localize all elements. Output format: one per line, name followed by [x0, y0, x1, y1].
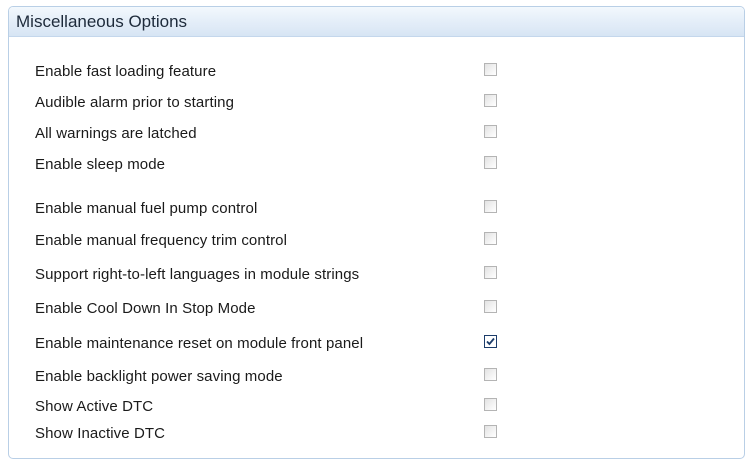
sleep-mode-checkbox[interactable] — [484, 156, 497, 169]
manual-frequency-trim-checkbox[interactable] — [484, 232, 497, 245]
option-label: Show Active DTC — [35, 398, 154, 415]
option-label: Enable fast loading feature — [35, 63, 217, 80]
cool-down-checkbox[interactable] — [484, 300, 497, 313]
option-label: Enable manual fuel pump control — [35, 200, 258, 217]
option-row-warnings-latched: All warnings are latched — [35, 122, 515, 144]
panel-title: Miscellaneous Options — [9, 7, 744, 37]
option-row-cool-down: Enable Cool Down In Stop Mode — [35, 297, 515, 319]
option-row-manual-frequency-trim: Enable manual frequency trim control — [35, 229, 515, 251]
warnings-latched-checkbox[interactable] — [484, 125, 497, 138]
option-row-sleep-mode: Enable sleep mode — [35, 153, 515, 175]
option-label: All warnings are latched — [35, 125, 197, 142]
option-row-manual-fuel-pump: Enable manual fuel pump control — [35, 197, 515, 219]
fast-loading-checkbox[interactable] — [484, 63, 497, 76]
check-mark-icon — [486, 337, 495, 346]
audible-alarm-checkbox[interactable] — [484, 94, 497, 107]
option-label: Enable sleep mode — [35, 156, 166, 173]
miscellaneous-options-panel: Miscellaneous Options Enable fast loadin… — [8, 6, 745, 459]
option-label: Audible alarm prior to starting — [35, 94, 235, 111]
maintenance-reset-checkbox[interactable] — [484, 335, 497, 348]
option-row-maintenance-reset: Enable maintenance reset on module front… — [35, 332, 515, 354]
option-row-show-active-dtc: Show Active DTC — [35, 395, 515, 417]
option-label: Enable Cool Down In Stop Mode — [35, 300, 256, 317]
backlight-saving-checkbox[interactable] — [484, 368, 497, 381]
option-row-fast-loading: Enable fast loading feature — [35, 60, 515, 82]
option-label: Enable backlight power saving mode — [35, 368, 283, 385]
right-to-left-checkbox[interactable] — [484, 266, 497, 279]
show-active-dtc-checkbox[interactable] — [484, 398, 497, 411]
option-label: Enable manual frequency trim control — [35, 232, 288, 249]
option-row-audible-alarm: Audible alarm prior to starting — [35, 91, 515, 113]
manual-fuel-pump-checkbox[interactable] — [484, 200, 497, 213]
option-row-right-to-left: Support right-to-left languages in modul… — [35, 263, 515, 285]
option-label: Show Inactive DTC — [35, 425, 166, 442]
show-inactive-dtc-checkbox[interactable] — [484, 425, 497, 438]
option-row-show-inactive-dtc: Show Inactive DTC — [35, 422, 515, 444]
option-label: Support right-to-left languages in modul… — [35, 266, 360, 283]
option-row-backlight-saving: Enable backlight power saving mode — [35, 365, 515, 387]
option-label: Enable maintenance reset on module front… — [35, 335, 364, 352]
